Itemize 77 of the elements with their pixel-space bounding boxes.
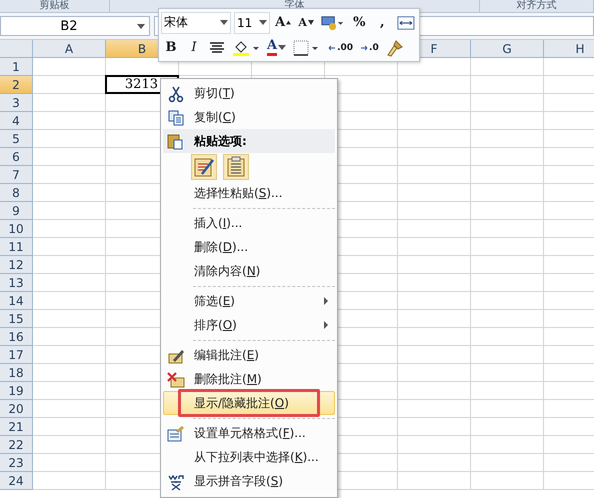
scissors-icon — [167, 85, 185, 103]
paint-bucket-icon — [232, 38, 260, 56]
dropdown-arrow-icon — [278, 45, 286, 50]
increase-decimal-button[interactable]: .00 — [326, 36, 356, 58]
row-header[interactable]: 20 — [0, 400, 33, 418]
column-header[interactable]: H — [544, 40, 594, 58]
paste-formatting-icon — [193, 156, 215, 178]
row-header[interactable]: 3 — [0, 94, 33, 112]
menu-item[interactable]: 删除批注(M) — [163, 367, 335, 391]
row-header[interactable]: 17 — [0, 346, 33, 364]
row-header[interactable]: 2 — [0, 76, 33, 94]
paintbrush-icon — [386, 38, 404, 56]
money-icon — [321, 14, 344, 32]
menu-item[interactable]: 从下拉列表中选择(K)... — [163, 445, 335, 469]
clipboard-icon — [166, 132, 184, 150]
merge-icon — [397, 14, 416, 30]
column-header[interactable]: A — [33, 40, 106, 58]
row-header[interactable]: 23 — [0, 454, 33, 472]
paste-button[interactable] — [191, 154, 217, 180]
copy-icon — [167, 109, 185, 127]
menu-item[interactable]: 选择性粘贴(S)... — [163, 181, 335, 205]
row-header[interactable]: 18 — [0, 364, 33, 382]
row-header[interactable]: 8 — [0, 184, 33, 202]
dropdown-arrow-icon — [259, 20, 268, 25]
menu-item[interactable]: 排序(O) — [163, 313, 335, 337]
row-header[interactable]: 5 — [0, 130, 33, 148]
menu-item[interactable]: 复制(C) — [163, 105, 335, 129]
font-color-button[interactable]: A — [265, 36, 288, 58]
row-header[interactable]: 4 — [0, 112, 33, 130]
row-header[interactable]: 15 — [0, 310, 33, 328]
row-header[interactable]: 19 — [0, 382, 33, 400]
format-cells-icon — [167, 425, 185, 443]
dropdown-arrow-icon — [137, 24, 145, 28]
row-header[interactable]: 11 — [0, 238, 33, 256]
note-delete-icon — [167, 371, 185, 389]
menu-section-header: 粘贴选项: — [194, 132, 247, 150]
row-header[interactable]: 6 — [0, 148, 33, 166]
shrink-font-button[interactable]: A — [296, 12, 316, 34]
menu-item[interactable]: 插入(I)... — [163, 211, 335, 235]
row-header[interactable]: 1 — [0, 58, 33, 76]
right-arrow-icon — [360, 44, 368, 52]
row-header[interactable]: 14 — [0, 292, 33, 310]
row-header[interactable]: 9 — [0, 202, 33, 220]
menu-item[interactable]: 编辑批注(E) — [163, 343, 335, 367]
name-box[interactable]: B2 — [0, 16, 150, 36]
column-header[interactable]: G — [471, 40, 544, 58]
menu-item[interactable]: 显示/隐藏批注(O) — [163, 391, 335, 415]
menu-item[interactable]: 删除(D)... — [163, 235, 335, 259]
italic-button[interactable]: I — [184, 36, 204, 58]
font-size-dropdown[interactable]: 11 — [234, 12, 270, 34]
menu-item[interactable]: 显示拼音字段(S) — [163, 469, 335, 493]
note-edit-icon — [167, 347, 185, 365]
menu-item[interactable]: 设置单元格格式(F)... — [163, 421, 335, 445]
cell-value: 3213 — [124, 77, 158, 92]
up-triangle-icon — [286, 20, 292, 25]
down-triangle-icon — [308, 20, 314, 25]
row-header[interactable]: 21 — [0, 418, 33, 436]
comma-style-button[interactable]: , — [372, 12, 392, 34]
grow-font-button[interactable]: A — [273, 12, 294, 34]
decrease-decimal-button[interactable]: .0 — [358, 36, 381, 58]
percent-style-button[interactable]: % — [349, 12, 370, 34]
phonetic-icon — [167, 473, 185, 491]
menu-item[interactable]: 清除内容(N) — [163, 259, 335, 283]
row-header[interactable]: 7 — [0, 166, 33, 184]
row-header[interactable]: 24 — [0, 472, 33, 490]
dropdown-arrow-icon — [220, 20, 228, 25]
row-header[interactable]: 12 — [0, 256, 33, 274]
row-header[interactable]: 10 — [0, 220, 33, 238]
font-name-dropdown[interactable]: 宋体 — [161, 12, 231, 34]
clipboard-icon — [225, 156, 247, 178]
align-center-icon — [209, 40, 225, 54]
menu-item[interactable]: 筛选(E) — [163, 289, 335, 313]
paste-values-button[interactable] — [223, 154, 249, 180]
row-header[interactable]: 22 — [0, 436, 33, 454]
left-arrow-icon — [328, 44, 336, 52]
row-header[interactable]: 16 — [0, 328, 33, 346]
row-header[interactable]: 13 — [0, 274, 33, 292]
